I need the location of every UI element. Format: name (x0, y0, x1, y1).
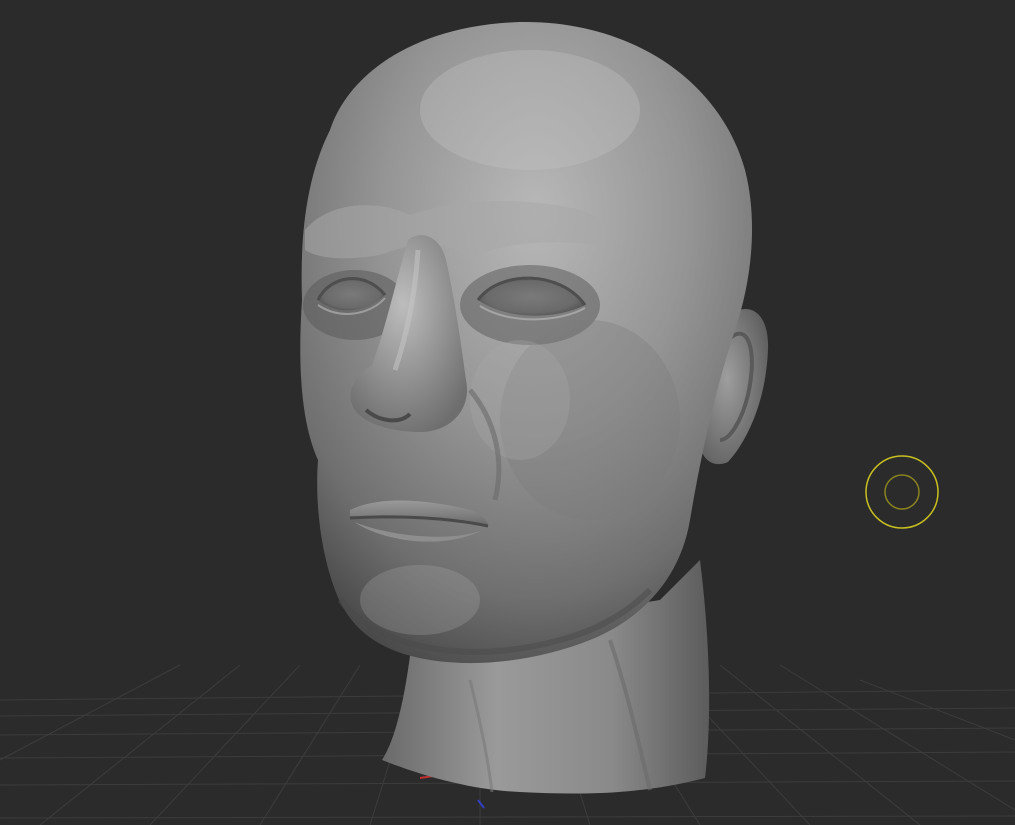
3d-viewport[interactable] (0, 0, 1015, 825)
sculpted-head-model[interactable] (300, 21, 769, 794)
brush-cursor-ring-icon (865, 455, 939, 529)
